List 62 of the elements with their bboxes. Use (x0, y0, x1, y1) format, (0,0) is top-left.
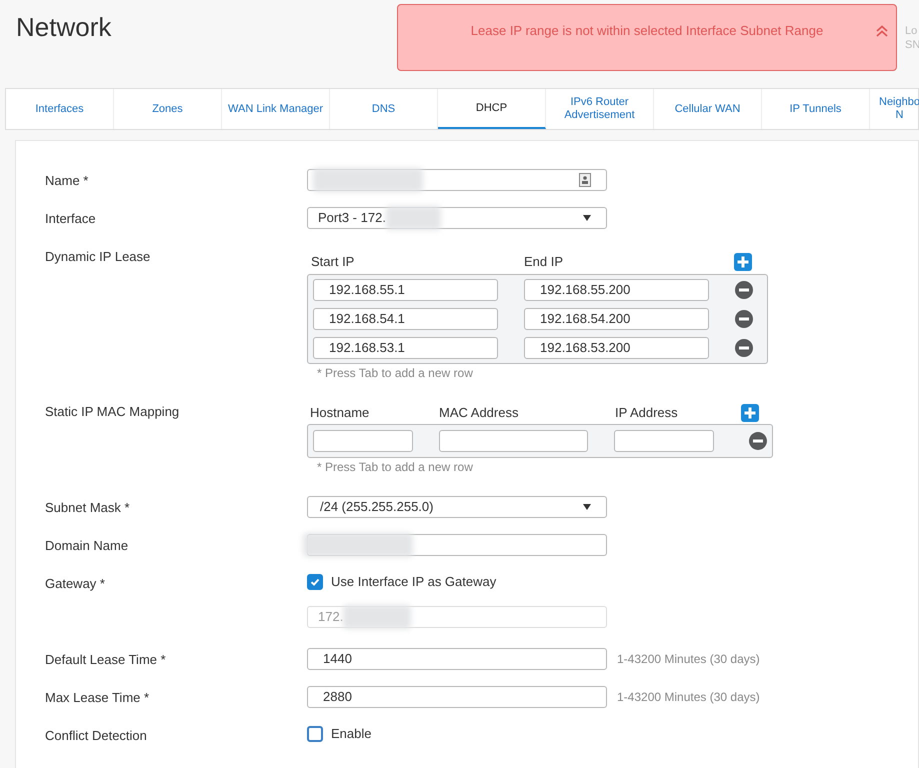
input-field[interactable]: 192.168.55.200 (524, 279, 709, 301)
add-icon[interactable] (741, 404, 759, 422)
input-field[interactable] (313, 430, 413, 452)
input-field[interactable] (614, 430, 714, 452)
input-field[interactable] (438, 430, 588, 452)
tab[interactable]: Zones (114, 89, 222, 129)
hint-text: 1-43200 Minutes (30 days) (617, 689, 760, 706)
add-icon[interactable] (734, 253, 752, 271)
field-label: Subnet Mask * (45, 500, 130, 515)
input-field[interactable] (307, 169, 607, 191)
field-label: Default Lease Time * (45, 652, 166, 667)
column-header: IP Address (615, 404, 679, 422)
field-label: Name * (45, 173, 88, 188)
redacted-block (343, 604, 412, 628)
remove-icon[interactable] (735, 281, 753, 299)
checkmark-icon (310, 576, 320, 587)
column-header: Start IP (311, 252, 356, 270)
checkbox-label: Enable (331, 725, 372, 743)
input-field[interactable]: 192.168.53.1 (313, 337, 498, 359)
input-field[interactable]: 192.168.53.200 (524, 337, 709, 359)
field-label: Max Lease Time * (45, 690, 150, 705)
page-title: Network (16, 11, 112, 44)
checkbox[interactable] (307, 726, 323, 742)
header-text: Lo (905, 24, 918, 38)
tab[interactable]: DNS (330, 89, 438, 129)
dropdown-caret-icon (583, 504, 591, 510)
input-field[interactable]: /24 (255.255.255.0) (307, 496, 607, 518)
column-header: End IP (524, 252, 564, 270)
tab[interactable]: Interfaces (6, 89, 114, 129)
field-label: Conflict Detection (45, 728, 147, 743)
input-field[interactable]: 192.168.55.1 (313, 279, 498, 301)
field-label: Interface (45, 211, 96, 226)
remove-icon[interactable] (735, 310, 753, 328)
input-field[interactable]: 192.168.54.1 (313, 308, 498, 330)
remove-icon[interactable] (735, 339, 753, 357)
alert-message: Lease IP range is not within selected Interface Subnet Range (470, 22, 824, 40)
checkbox-label: Use Interface IP as Gateway (331, 573, 496, 591)
redacted-block (386, 206, 441, 230)
tab[interactable]: WAN Link Manager (222, 89, 330, 129)
tab[interactable]: IPv6 Router Advertisement (546, 89, 654, 129)
field-label: Domain Name (45, 538, 128, 553)
input-field[interactable]: 1440 (307, 648, 607, 670)
field-label: Dynamic IP Lease (45, 249, 150, 264)
hint-text: * Press Tab to add a new row (317, 365, 474, 382)
hint-text: 1-43200 Minutes (30 days) (617, 651, 760, 668)
contact-card-icon (579, 173, 591, 187)
field-label: Static IP MAC Mapping (45, 404, 180, 419)
column-header: MAC Address (439, 404, 520, 422)
input-field[interactable]: 192.168.54.200 (524, 308, 709, 330)
header-text: SN (905, 38, 919, 52)
tab[interactable]: IP Tunnels (762, 89, 870, 129)
tab[interactable]: Cellular WAN (654, 89, 762, 129)
tab[interactable]: DHCP (438, 89, 546, 129)
dropdown-caret-icon (583, 215, 591, 221)
hint-text: * Press Tab to add a new row (317, 459, 474, 476)
collapse-icon[interactable] (876, 25, 888, 37)
column-header: Hostname (310, 404, 370, 422)
field-label: Gateway * (45, 576, 105, 591)
checkbox[interactable] (307, 574, 323, 590)
remove-icon[interactable] (749, 432, 767, 450)
input-field[interactable]: 2880 (307, 686, 607, 708)
input-field[interactable]: Port3 - 172. (307, 207, 607, 229)
